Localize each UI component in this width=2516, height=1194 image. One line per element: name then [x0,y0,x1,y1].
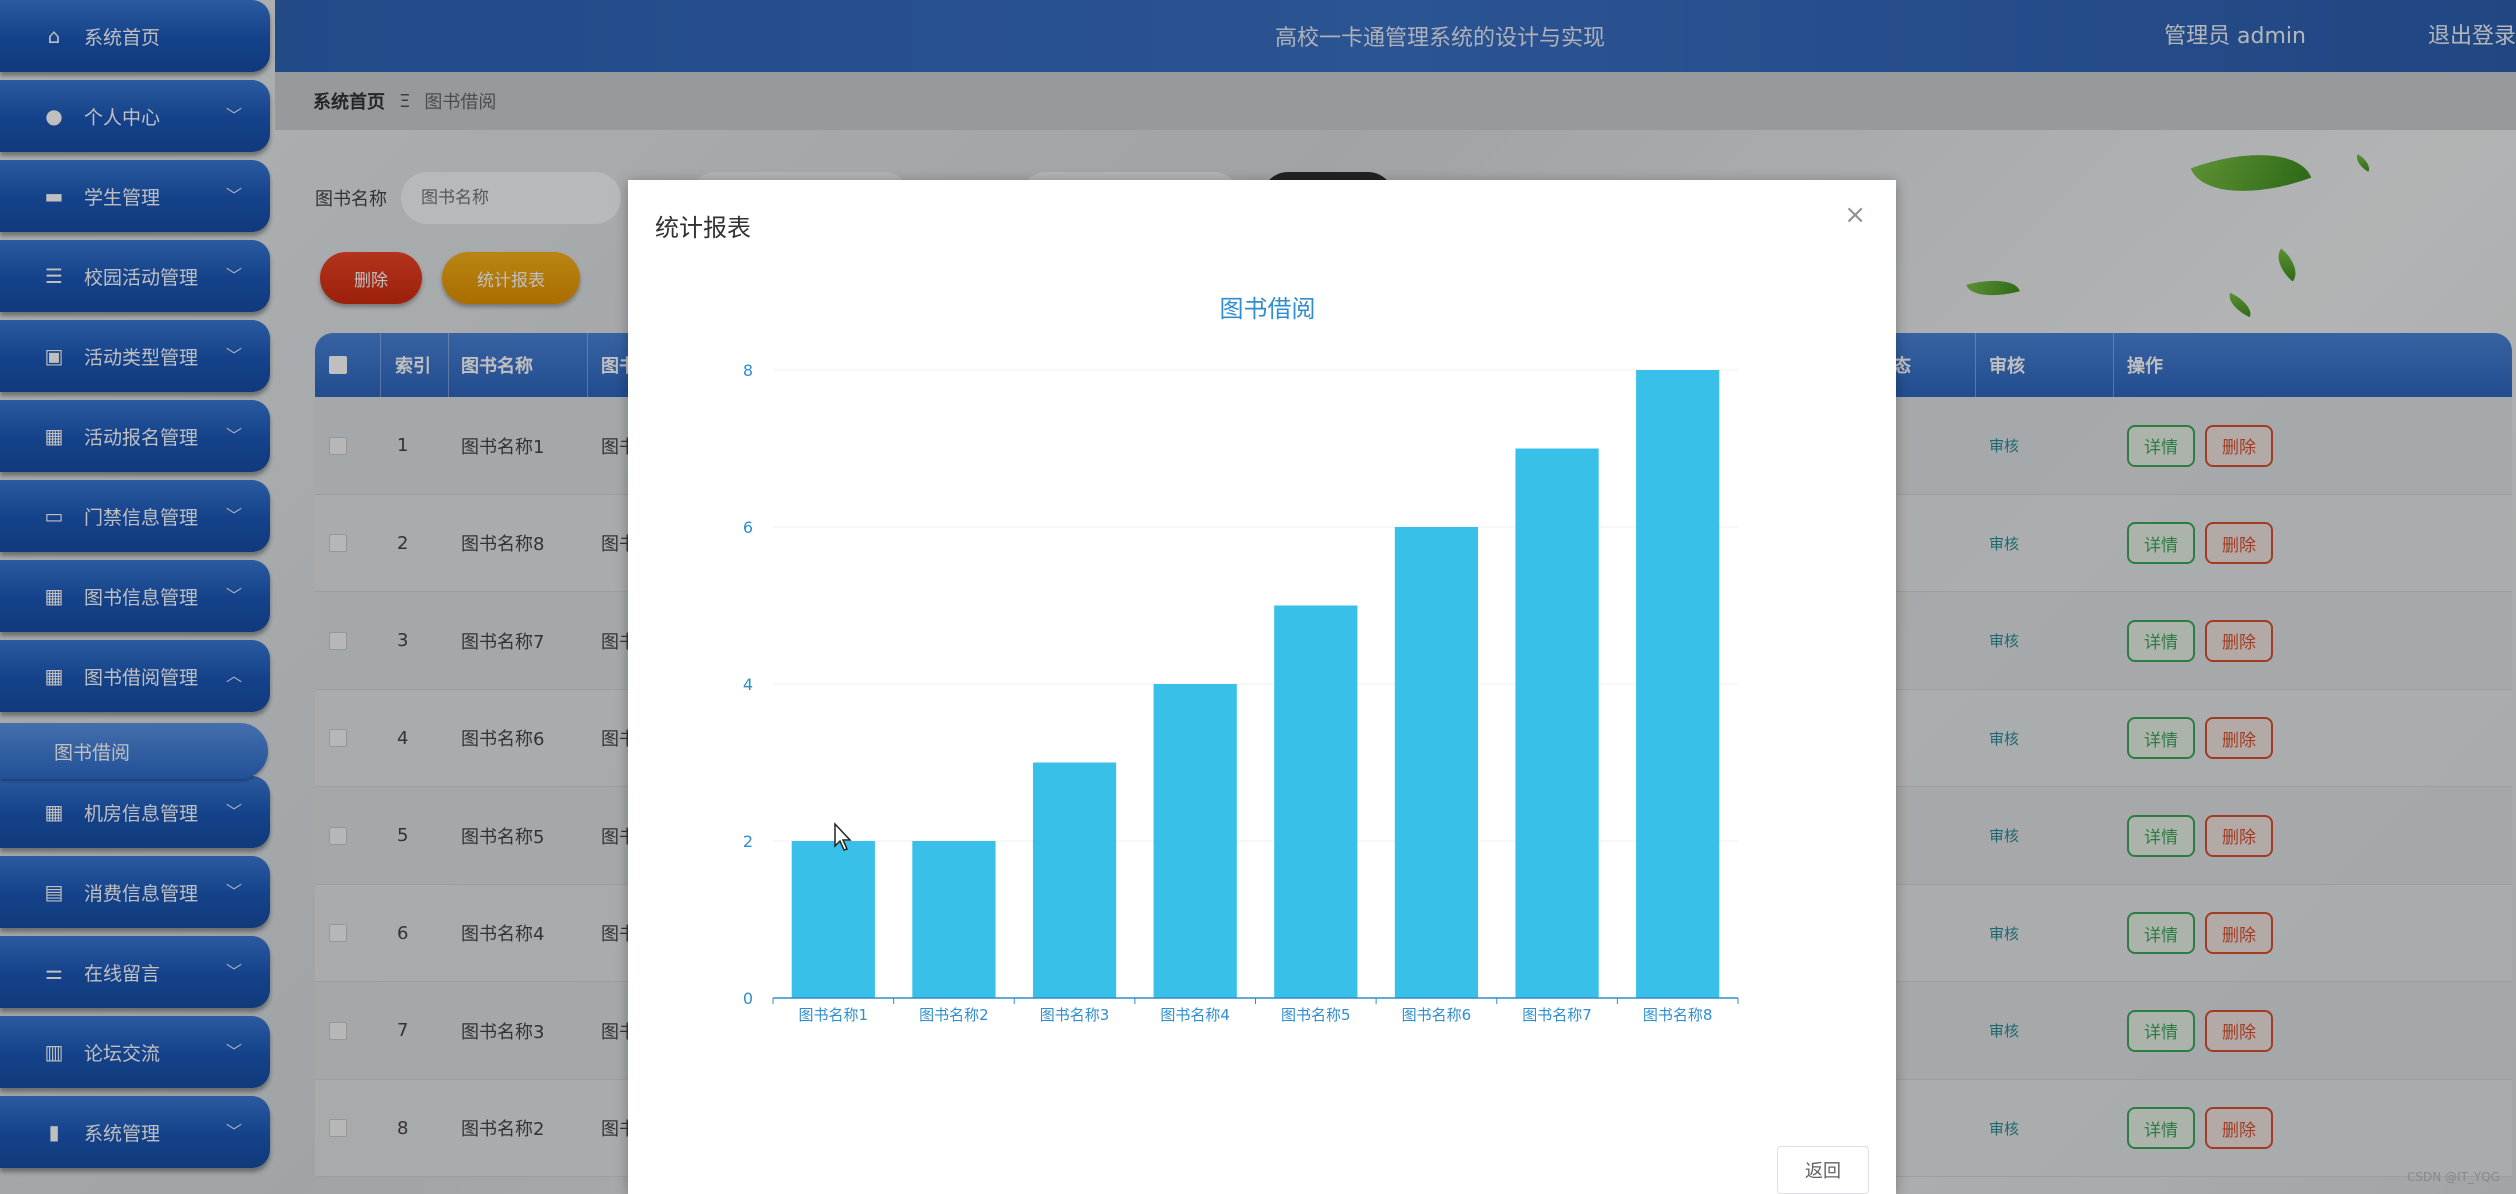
x-tick-label: 图书名称8 [1643,1006,1713,1024]
x-tick-label: 图书名称1 [799,1006,869,1024]
bar-图书名称5 [1274,605,1358,998]
y-tick-label: 6 [743,518,753,537]
y-tick-label: 4 [743,675,753,694]
bar-图书名称2 [912,841,996,998]
bar-chart: 图书借阅 0 2 4 6 8 图书名称1 图书名称2 图书名称3 图书名称4 图书名称5 图书名称6 图… [628,180,1896,1080]
x-tick-label: 图书名称3 [1040,1006,1110,1024]
bar-图书名称1 [791,841,875,998]
y-tick-label: 8 [743,361,753,380]
y-tick-label: 2 [743,832,753,851]
x-tick-label: 图书名称2 [919,1006,989,1024]
x-tick-label: 图书名称4 [1160,1006,1230,1024]
y-tick-label: 0 [743,989,753,1008]
back-button[interactable]: 返回 [1777,1146,1869,1194]
bar-图书名称8 [1636,370,1720,998]
x-tick-label: 图书名称6 [1402,1006,1472,1024]
stats-report-dialog: 统计报表 × 图书借阅 0 2 4 6 8 图书名称1 图书名称2 图书名称3 图书名称4 图书名称… [628,180,1896,1194]
chart-title: 图书借阅 [1220,295,1316,323]
bar-图书名称7 [1515,448,1599,998]
x-tick-label: 图书名称7 [1522,1006,1592,1024]
chart-svg: 图书借阅 0 2 4 6 8 图书名称1 图书名称2 图书名称3 图书名称4 图书名称5 图书名称6 图… [743,295,1739,1024]
x-tick-label: 图书名称5 [1281,1006,1351,1024]
bar-图书名称3 [1032,762,1117,998]
watermark: CSDN @IT_YQG [2407,1170,2500,1184]
bar-图书名称6 [1394,527,1479,998]
bar-图书名称4 [1153,684,1237,998]
